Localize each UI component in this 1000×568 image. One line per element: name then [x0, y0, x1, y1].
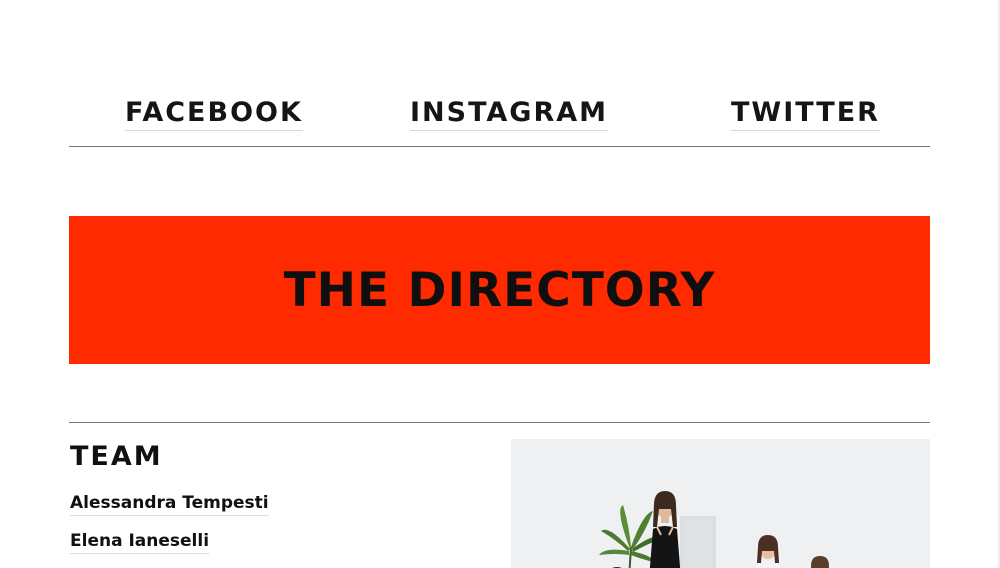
instagram-link[interactable]: INSTAGRAM [410, 97, 609, 131]
team-member-link[interactable]: Elena Ianeselli [70, 531, 210, 554]
team-member-link[interactable]: Alessandra Tempesti [70, 493, 269, 516]
twitter-link[interactable]: TWITTER [731, 97, 880, 131]
page: FACEBOOK INSTAGRAM TWITTER THE DIRECTORY… [0, 0, 1000, 568]
team-section: TEAM Alessandra Tempesti Elena Ianeselli [69, 422, 930, 568]
team-photo [511, 439, 930, 568]
team-photo-illustration [511, 439, 930, 568]
directory-banner: THE DIRECTORY [69, 216, 930, 364]
team-heading: TEAM [70, 441, 163, 472]
page-title: THE DIRECTORY [283, 262, 716, 318]
facebook-link[interactable]: FACEBOOK [125, 97, 303, 131]
social-nav: FACEBOOK INSTAGRAM TWITTER [69, 97, 930, 147]
